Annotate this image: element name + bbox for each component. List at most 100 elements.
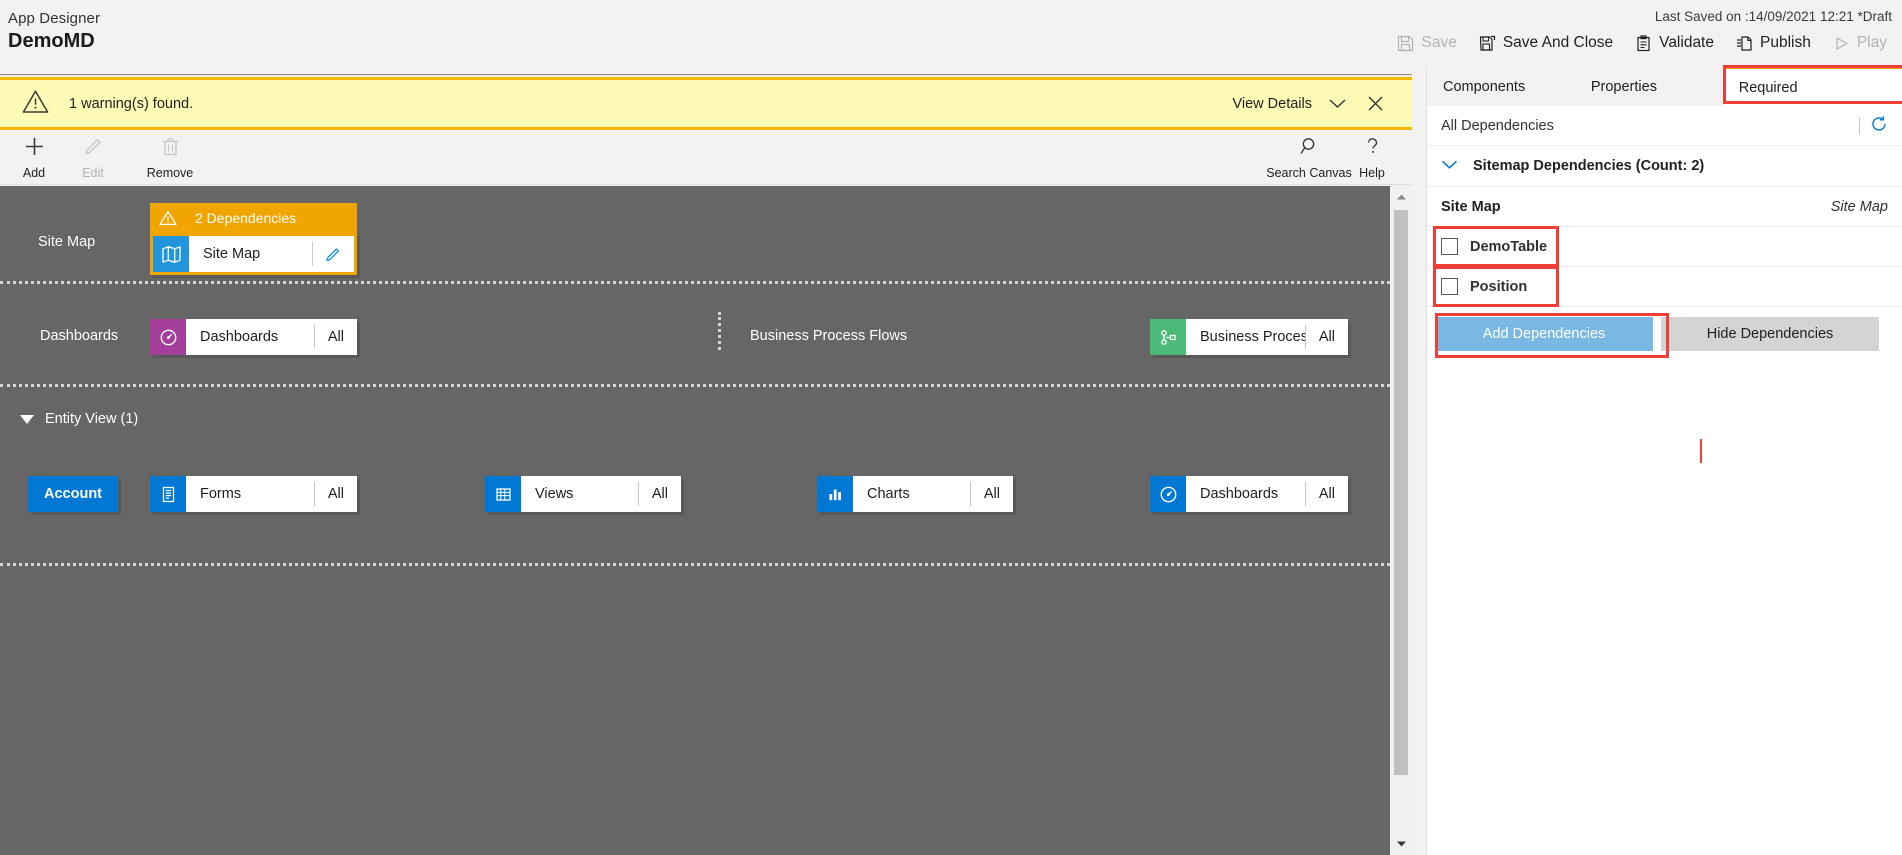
hide-dependencies-button[interactable]: Hide Dependencies — [1661, 316, 1879, 351]
forms-tile-name: Forms — [200, 486, 242, 502]
app-designer-window: App Designer DemoMD Last Saved on :14/09… — [0, 0, 1902, 855]
help-label: Help — [1359, 166, 1385, 180]
all-dependencies-label: All Dependencies — [1441, 117, 1554, 134]
plus-icon — [23, 135, 46, 163]
save-button-label: Save — [1421, 34, 1457, 51]
bpf-tile-name: Business Proces... — [1200, 329, 1305, 345]
scroll-up-arrow-icon[interactable] — [1390, 186, 1412, 208]
app-canvas: Site Map 2 Dependencies Site Map Dashboa… — [0, 186, 1390, 855]
publish-icon — [1736, 35, 1753, 52]
sitemap-dependency-badge[interactable]: 2 Dependencies — [150, 203, 357, 233]
dependency-row-demotable[interactable]: DemoTable — [1427, 226, 1902, 267]
required-dependencies-panel: Components Properties Required All Depen… — [1426, 65, 1902, 855]
dashboard-icon — [1150, 476, 1186, 512]
sitemap-dependencies-section-header[interactable]: Sitemap Dependencies (Count: 2) — [1427, 146, 1902, 187]
entity-chip-account[interactable]: Account — [28, 476, 118, 512]
sitemap-tile-name: Site Map — [203, 246, 261, 262]
dependency-group-name: Site Map — [1441, 198, 1501, 215]
canvas-scrollbar-thumb[interactable] — [1394, 210, 1408, 775]
edit-label: Edit — [82, 166, 104, 180]
entity-view-label: Entity View (1) — [45, 411, 139, 427]
entity-dashboards-tile-name: Dashboards — [1200, 486, 1279, 502]
sitemap-edit-pencil-icon[interactable] — [313, 236, 354, 272]
question-icon — [1361, 135, 1384, 163]
view-details-link[interactable]: View Details — [1226, 92, 1318, 116]
save-and-close-icon — [1479, 35, 1496, 52]
views-tile-name: Views — [535, 486, 574, 502]
search-icon — [1298, 135, 1321, 163]
remove-label: Remove — [146, 166, 194, 180]
charts-tile-name: Charts — [867, 486, 910, 502]
canvas-scrollbar[interactable] — [1390, 186, 1412, 855]
dashboards-tile-name: Dashboards — [200, 329, 279, 345]
all-dependencies-header: All Dependencies — [1427, 106, 1902, 146]
tab-components[interactable]: Components — [1427, 67, 1575, 106]
dependency-row-position[interactable]: Position — [1427, 266, 1902, 307]
canvas-row-dashboards: Dashboards Dashboards All Business Proce… — [0, 284, 1390, 387]
refresh-icon — [1870, 115, 1888, 137]
play-label: Play — [1856, 34, 1887, 51]
warning-bar: 1 warning(s) found. View Details — [0, 77, 1412, 130]
entity-dashboards-tile-scope: All — [1318, 486, 1335, 502]
refresh-dependencies-button[interactable] — [1859, 115, 1888, 137]
app-designer-label: App Designer — [8, 10, 101, 27]
scroll-down-arrow-icon[interactable] — [1390, 833, 1412, 855]
charts-tile-scope: All — [983, 486, 1000, 502]
views-tile[interactable]: Views All — [485, 476, 681, 512]
save-and-close-button[interactable]: Save And Close — [1468, 30, 1624, 56]
canvas-ribbon: Add Edit Remove Search Canvas Help — [0, 130, 1412, 185]
top-header: App Designer DemoMD Last Saved on :14/09… — [0, 0, 1902, 67]
dependency-checkbox-position[interactable] — [1441, 278, 1458, 295]
warning-actions: View Details — [1226, 91, 1412, 116]
warning-triangle-icon — [22, 89, 49, 119]
last-saved-status: Last Saved on :14/09/2021 12:21 *Draft — [1654, 9, 1892, 24]
sitemap-tile-group: 2 Dependencies Site Map — [150, 203, 357, 275]
edit-button[interactable]: Edit — [62, 135, 124, 180]
forms-tile-scope: All — [327, 486, 344, 502]
entity-view-toggle[interactable]: Entity View (1) — [20, 411, 138, 427]
add-dependencies-button[interactable]: Add Dependencies — [1435, 316, 1653, 351]
save-and-close-label: Save And Close — [1502, 34, 1614, 51]
chevron-down-icon[interactable] — [1318, 93, 1357, 114]
dashboards-tile-scope: All — [327, 329, 344, 345]
pencil-icon — [82, 135, 105, 163]
help-button[interactable]: Help — [1343, 135, 1401, 180]
play-icon — [1833, 35, 1850, 52]
validate-label: Validate — [1659, 34, 1714, 51]
bpf-row-label: Business Process Flows — [750, 328, 908, 344]
views-icon — [485, 476, 521, 512]
charts-icon — [817, 476, 853, 512]
validate-button[interactable]: Validate — [1624, 30, 1725, 56]
sitemap-tile[interactable]: Site Map — [150, 233, 357, 275]
header-divider — [0, 74, 1412, 75]
validate-icon — [1635, 34, 1652, 52]
views-tile-scope: All — [651, 486, 668, 502]
app-name-title: DemoMD — [8, 30, 95, 52]
dependency-checkbox-demotable[interactable] — [1441, 238, 1458, 255]
entity-view-section: Entity View (1) — [0, 387, 1390, 461]
sitemap-icon — [153, 236, 189, 272]
search-canvas-label: Search Canvas — [1266, 166, 1352, 180]
remove-button[interactable]: Remove — [124, 135, 216, 180]
dashboards-row-label: Dashboards — [40, 328, 119, 344]
business-process-flows-tile[interactable]: Business Proces... All — [1150, 319, 1348, 355]
save-icon — [1397, 35, 1414, 52]
dependency-name-position: Position — [1470, 278, 1528, 295]
close-icon[interactable] — [1357, 91, 1394, 116]
add-button[interactable]: Add — [3, 135, 65, 180]
save-button[interactable]: Save — [1386, 30, 1467, 56]
command-bar: Save Save And Close Validate Publish Pla… — [1386, 30, 1898, 56]
entity-dashboards-tile[interactable]: Dashboards All — [1150, 476, 1348, 512]
bpf-tile-scope: All — [1318, 329, 1335, 345]
tab-required[interactable]: Required — [1722, 67, 1902, 106]
warning-triangle-icon — [150, 210, 186, 226]
play-button[interactable]: Play — [1822, 30, 1898, 56]
forms-tile[interactable]: Forms All — [150, 476, 357, 512]
publish-button[interactable]: Publish — [1725, 30, 1822, 56]
tab-properties[interactable]: Properties — [1575, 67, 1723, 106]
dashboards-tile[interactable]: Dashboards All — [150, 319, 357, 355]
charts-tile[interactable]: Charts All — [817, 476, 1013, 512]
panel-footer: Add Dependencies Hide Dependencies — [1427, 307, 1902, 360]
sitemap-dependencies-label: Sitemap Dependencies (Count: 2) — [1473, 158, 1705, 174]
chevron-down-icon — [1441, 158, 1458, 174]
